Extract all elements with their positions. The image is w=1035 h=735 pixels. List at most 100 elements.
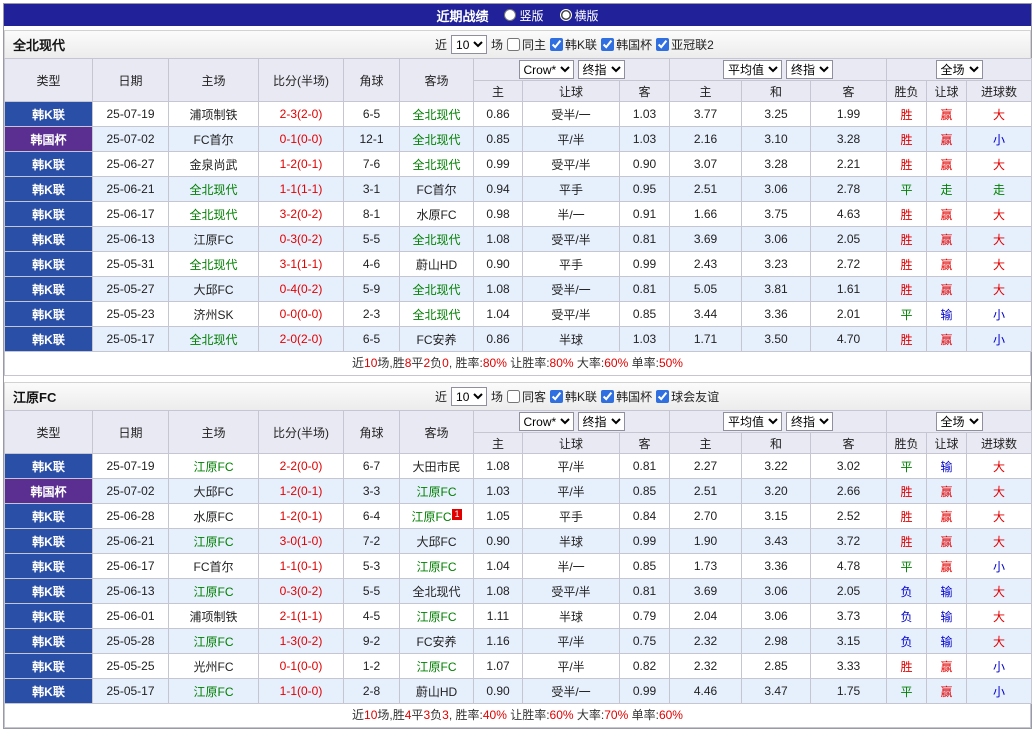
home-team-cell: 浦项制铁 — [169, 102, 259, 127]
avg-final-select[interactable]: 终指 — [786, 60, 833, 79]
corner-cell: 12-1 — [344, 127, 400, 152]
avg-draw-odds-cell: 3.43 — [742, 529, 811, 554]
subcol-header: 和 — [742, 81, 811, 102]
fulltime-select[interactable]: 全场 — [936, 60, 983, 79]
fulltime-select[interactable]: 全场 — [936, 412, 983, 431]
league-type-cell: 韩K联 — [5, 102, 93, 127]
same-venue-option[interactable]: 同客 — [507, 388, 546, 405]
col-header-home: 主场 — [169, 59, 259, 102]
same-venue-option[interactable]: 同主 — [507, 36, 546, 53]
league-filter-checkbox[interactable] — [550, 38, 563, 51]
avg-home-odds-cell: 2.32 — [670, 654, 742, 679]
avg-away-odds-cell: 1.99 — [811, 102, 887, 127]
away-team-cell: 江原FC — [400, 554, 474, 579]
result-cell: 胜 — [887, 202, 927, 227]
home-team-cell: 大邱FC — [169, 277, 259, 302]
section-header: 全北现代近10场同主韩K联韩国杯亚冠联2 — [4, 30, 1031, 58]
home-team-cell: FC首尔 — [169, 127, 259, 152]
corner-cell: 7-6 — [344, 152, 400, 177]
score-cell: 0-3(0-2) — [259, 227, 344, 252]
odds-group-header: Crow*终指 — [474, 59, 670, 81]
handicap-result-cell: 赢 — [927, 504, 967, 529]
away-odds-cell: 0.91 — [620, 202, 670, 227]
away-team-cell: 蔚山HD — [400, 679, 474, 704]
league-type-cell: 韩K联 — [5, 504, 93, 529]
vertical-radio[interactable] — [504, 9, 516, 21]
home-odds-cell: 1.08 — [474, 227, 523, 252]
match-date-cell: 25-06-27 — [93, 152, 169, 177]
league-filter-option[interactable]: 韩国杯 — [601, 36, 652, 53]
home-odds-cell: 0.99 — [474, 152, 523, 177]
fulltime-group-header: 全场 — [887, 411, 1032, 433]
col-header-score: 比分(半场) — [259, 59, 344, 102]
home-team-cell: 金泉尚武 — [169, 152, 259, 177]
team-section-2: 江原FC近10场同客韩K联韩国杯球会友谊类型日期主场比分(半场)角球客场Crow… — [4, 382, 1031, 728]
goals-result-cell: 大 — [967, 202, 1032, 227]
league-filter-option[interactable]: 韩K联 — [550, 36, 597, 53]
handicap-cell: 受平/半 — [523, 152, 620, 177]
league-filter-checkbox[interactable] — [601, 38, 614, 51]
avg-away-odds-cell: 2.78 — [811, 177, 887, 202]
handicap-cell: 半球 — [523, 604, 620, 629]
handicap-result-cell: 赢 — [927, 654, 967, 679]
away-team-cell: FC安养 — [400, 629, 474, 654]
same-venue-checkbox[interactable] — [507, 390, 520, 403]
avg-away-odds-cell: 2.21 — [811, 152, 887, 177]
goals-result-cell: 走 — [967, 177, 1032, 202]
odds-final-select[interactable]: 终指 — [578, 412, 625, 431]
avg-select[interactable]: 平均值 — [723, 412, 782, 431]
summary-segment: 近 — [352, 356, 364, 370]
match-row: 韩K联25-06-21全北现代1-1(1-1)3-1FC首尔0.94平手0.95… — [5, 177, 1032, 202]
away-odds-cell: 0.81 — [620, 579, 670, 604]
away-team-cell: 大田市民 — [400, 454, 474, 479]
home-team-cell: 全北现代 — [169, 202, 259, 227]
horizontal-radio[interactable] — [560, 9, 572, 21]
home-team-cell: 全北现代 — [169, 252, 259, 277]
goals-result-cell: 大 — [967, 529, 1032, 554]
recent-count-select[interactable]: 10 — [451, 35, 487, 54]
league-filter-checkbox[interactable] — [656, 38, 669, 51]
league-filter-option[interactable]: 韩国杯 — [601, 388, 652, 405]
away-odds-cell: 1.03 — [620, 327, 670, 352]
home-team-cell: 大邱FC — [169, 479, 259, 504]
recent-count-select[interactable]: 10 — [451, 387, 487, 406]
goals-result-cell: 大 — [967, 152, 1032, 177]
league-filter-checkbox[interactable] — [550, 390, 563, 403]
match-row: 韩K联25-06-28水原FC1-2(0-1)6-4江原FC11.05平手0.8… — [5, 504, 1032, 529]
avg-draw-odds-cell: 3.06 — [742, 177, 811, 202]
odds-company-select[interactable]: Crow* — [519, 60, 574, 79]
league-filter-checkbox[interactable] — [656, 390, 669, 403]
goals-result-cell: 大 — [967, 629, 1032, 654]
league-filter-option[interactable]: 亚冠联2 — [656, 36, 714, 53]
summary-segment: 负 — [430, 708, 442, 722]
corner-cell: 5-5 — [344, 579, 400, 604]
league-type-cell: 韩K联 — [5, 152, 93, 177]
handicap-result-cell: 赢 — [927, 479, 967, 504]
avg-home-odds-cell: 1.73 — [670, 554, 742, 579]
league-type-cell: 韩K联 — [5, 327, 93, 352]
avg-home-odds-cell: 4.46 — [670, 679, 742, 704]
league-filter-option[interactable]: 韩K联 — [550, 388, 597, 405]
league-type-cell: 韩国杯 — [5, 479, 93, 504]
league-filter-option[interactable]: 球会友谊 — [656, 388, 719, 405]
page-title: 近期战绩 — [436, 6, 488, 25]
home-team-cell: 光州FC — [169, 654, 259, 679]
avg-select[interactable]: 平均值 — [723, 60, 782, 79]
orientation-option-vertical[interactable]: 竖版 — [504, 7, 543, 24]
league-filter-checkbox[interactable] — [601, 390, 614, 403]
orientation-option-horizontal[interactable]: 横版 — [560, 7, 599, 24]
league-type-cell: 韩K联 — [5, 202, 93, 227]
same-venue-checkbox[interactable] — [507, 38, 520, 51]
odds-final-select[interactable]: 终指 — [578, 60, 625, 79]
handicap-result-cell: 输 — [927, 604, 967, 629]
odds-company-select[interactable]: Crow* — [519, 412, 574, 431]
summary-segment: , 胜率: — [449, 356, 483, 370]
match-row: 韩K联25-05-27大邱FC0-4(0-2)5-9全北现代1.08受半/一0.… — [5, 277, 1032, 302]
vertical-radio-label: 竖版 — [519, 7, 543, 24]
handicap-result-cell: 输 — [927, 629, 967, 654]
corner-cell: 2-8 — [344, 679, 400, 704]
odds-group-header: Crow*终指 — [474, 411, 670, 433]
result-cell: 胜 — [887, 277, 927, 302]
avg-final-select[interactable]: 终指 — [786, 412, 833, 431]
home-odds-cell: 0.90 — [474, 252, 523, 277]
